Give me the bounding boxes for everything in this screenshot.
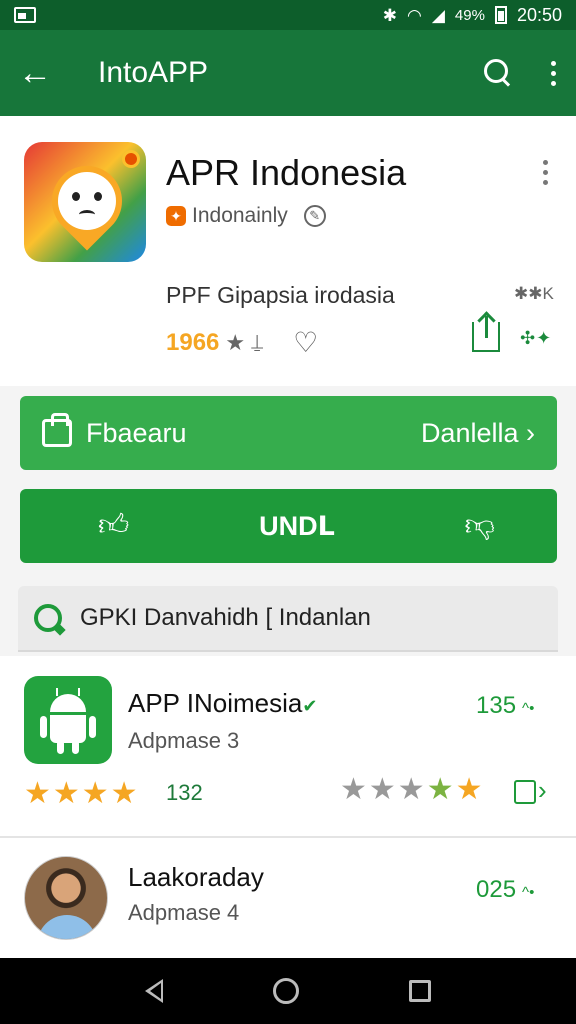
nav-home-icon[interactable]	[273, 978, 299, 1004]
thumb-up-icon: 👍︎	[98, 509, 130, 542]
thumb-down-icon: 👎︎	[464, 509, 495, 542]
share-icon[interactable]	[472, 316, 500, 352]
rating-stars: ★★★★	[24, 777, 140, 810]
app-more-icon[interactable]	[540, 160, 550, 185]
app-name: APR Indonesia	[166, 152, 407, 193]
list-item-title: Laakoraday	[128, 862, 264, 892]
list-item-title: APP INoimesia✔︎	[128, 688, 317, 719]
install-button-label: UNDⅬ	[259, 510, 335, 541]
chevron-up-icon[interactable]: ^•	[522, 700, 534, 717]
nav-recent-icon[interactable]	[409, 980, 431, 1002]
app-header-card: APR Indonesia ✦ Indonainly ✎ PPF Gipapsi…	[0, 116, 576, 386]
list-item-subtitle: Adpmase 3	[128, 728, 240, 753]
list-item-count-text: 135	[476, 692, 517, 719]
search-icon[interactable]	[484, 59, 512, 87]
sparkle-icon[interactable]: ✣✦	[520, 328, 552, 349]
developer-badge-icon: ✦	[166, 206, 186, 226]
battery-percent: 49%	[454, 6, 485, 24]
list-item-count-text: 025	[476, 876, 517, 903]
system-nav-bar	[0, 958, 576, 1024]
nav-back-icon[interactable]	[145, 979, 163, 1003]
avatar	[24, 856, 108, 940]
android-icon	[24, 676, 112, 764]
arrow-back-icon[interactable]: ←	[18, 56, 62, 90]
clock: 20:50	[516, 4, 562, 25]
status-bar: ✱ ◠ ◢ 49% 20:50	[0, 0, 576, 30]
app-tagline: PPF Gipapsia irodasia	[166, 282, 395, 308]
primary-action-right-label: Danlella ›	[420, 417, 535, 448]
section-title: GPKI Danvahidh [ Indanlan	[80, 604, 371, 631]
wifi-icon: ◠	[407, 5, 422, 25]
developer-name: Indonainly	[192, 204, 288, 227]
app-bar: ← IntoAPP	[0, 30, 576, 116]
app-logo-icon	[24, 142, 146, 262]
rating-stars-count: 132	[166, 780, 203, 805]
more-vert-icon[interactable]	[548, 60, 558, 86]
user-rating-stars[interactable]: ★★★★★	[340, 772, 485, 807]
app-list: APP INoimesia✔︎ Adpmase 3 135 ^• ★★★★ 132…	[0, 656, 576, 958]
list-item-title-text: APP INoimesia	[128, 688, 303, 718]
list-item-count: 025 ^•	[476, 876, 534, 904]
screenshot-icon	[14, 7, 36, 23]
rating-count: 1966	[166, 328, 220, 356]
section-header[interactable]: GPKI Danvahidh [ Indanlan	[18, 586, 558, 652]
verified-icon: ✔︎	[302, 696, 318, 716]
primary-action-button[interactable]: Fbaearu Danlella ›	[20, 396, 557, 470]
heart-icon[interactable]: ♡	[293, 326, 318, 359]
install-button[interactable]: 👍︎ UNDⅬ 👎︎	[20, 489, 557, 563]
star-icon: ★	[225, 329, 246, 355]
edit-icon[interactable]: ✎	[303, 205, 326, 227]
tagline-extra: ✱✱K	[514, 284, 554, 303]
primary-action-label: Fbaearu	[86, 417, 187, 448]
list-item-subtitle: Adpmase 4	[128, 900, 240, 925]
search-category-icon	[34, 604, 62, 632]
list-item-count: 135 ^•	[476, 692, 534, 720]
bluetooth-icon: ✱	[382, 5, 397, 25]
open-app-icon[interactable]	[514, 775, 547, 806]
battery-icon	[494, 6, 507, 24]
rating-row: 1966 ★ ⍊ ♡	[166, 326, 318, 359]
app-bar-title: IntoAPP	[98, 56, 209, 89]
developer-row[interactable]: ✦ Indonainly ✎	[166, 204, 326, 228]
screen: ✱ ◠ ◢ 49% 20:50 ← IntoAPP APR Indonesia …	[0, 0, 576, 1024]
signal-icon: ◢	[431, 5, 445, 25]
list-item[interactable]: APP INoimesia✔︎ Adpmase 3 135 ^• ★★★★ 132…	[0, 656, 576, 838]
status-icons: ✱ ◠ ◢ 49% 20:50	[383, 5, 562, 26]
shopping-bag-icon	[42, 413, 72, 447]
person-icon: ⍊	[251, 331, 264, 353]
chevron-up-icon[interactable]: ^•	[522, 884, 534, 901]
list-item[interactable]: Laakoraday Adpmase 4 025 ^•	[0, 840, 576, 958]
